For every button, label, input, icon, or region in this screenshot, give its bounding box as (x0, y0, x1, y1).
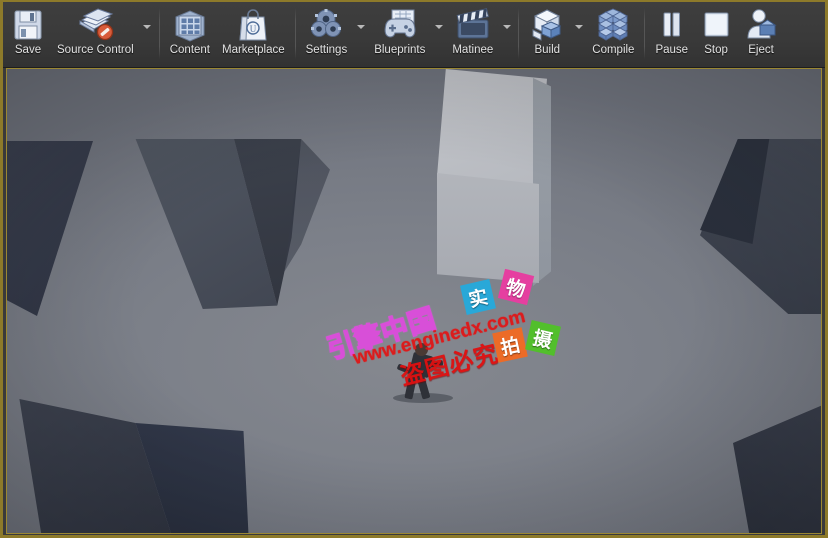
floppy-disk-icon (11, 7, 45, 43)
compile-stack-icon (594, 7, 632, 43)
build-dropdown[interactable] (571, 2, 586, 67)
stop-label: Stop (704, 44, 728, 56)
scene-pillar-top-middle (102, 139, 342, 309)
source-control-button[interactable]: Source Control (51, 2, 140, 67)
build-combo: Build (523, 2, 586, 67)
marketplace-button[interactable]: U Marketplace (216, 2, 291, 67)
pause-label: Pause (655, 44, 689, 56)
compile-button[interactable]: Compile (586, 2, 640, 67)
matinee-dropdown[interactable] (499, 2, 514, 67)
blueprints-dropdown[interactable] (431, 2, 446, 67)
toolbar-group-build-and-compile: Build Compile (523, 2, 640, 67)
toolbar-separator (158, 8, 160, 59)
content-button[interactable]: Content (164, 2, 216, 67)
build-label: Build (534, 44, 561, 56)
chevron-down-icon (574, 24, 583, 29)
player-character (393, 343, 453, 403)
eject-button[interactable]: Eject (738, 2, 784, 67)
chevron-down-icon (434, 24, 443, 29)
blueprints-combo: Blueprints (368, 2, 446, 67)
toolbar-separator (644, 8, 646, 59)
toolbar-separator (518, 8, 520, 59)
source-control-combo: Source Control (51, 2, 155, 67)
scene-pillar-top-right (637, 139, 821, 314)
marketplace-bag-icon: U (236, 7, 270, 43)
save-label: Save (14, 44, 42, 56)
play-in-editor-viewport[interactable]: 引擎中国 www.enginedx.com 盗图必究 实 物 拍 摄 (6, 68, 822, 534)
eject-label: Eject (748, 44, 774, 56)
settings-combo: Settings (300, 2, 369, 67)
marketplace-label: Marketplace (222, 44, 285, 56)
source-control-icon (74, 7, 116, 43)
toolbar-group-file-and-source-control: Save Source Control (5, 2, 155, 67)
source-control-dropdown[interactable] (140, 2, 155, 67)
settings-dropdown[interactable] (353, 2, 368, 67)
scene-pillar-bottom-left (7, 399, 257, 533)
stop-button[interactable]: Stop (694, 2, 738, 67)
editor-window: Save Source Control Content U Marketplac… (0, 0, 828, 538)
matinee-label: Matinee (452, 44, 494, 56)
source-control-label: Source Control (57, 44, 134, 56)
blueprint-gamepad-icon (380, 7, 420, 43)
blueprints-button[interactable]: Blueprints (368, 2, 431, 67)
scene-pillar-bottom-right (697, 399, 821, 533)
chevron-down-icon (143, 24, 152, 29)
build-cubes-icon (529, 7, 565, 43)
compile-label: Compile (592, 44, 635, 56)
chevron-down-icon (356, 24, 365, 29)
eject-person-icon (744, 7, 778, 43)
pause-button[interactable]: Pause (649, 2, 694, 67)
build-button[interactable]: Build (523, 2, 571, 67)
3d-scene: 引擎中国 www.enginedx.com 盗图必究 实 物 拍 摄 (7, 69, 821, 533)
chevron-down-icon (502, 24, 511, 29)
content-label: Content (169, 44, 210, 56)
toolbar-separator (294, 8, 296, 59)
toolbar-group-play-controls: Pause Stop Eject (649, 2, 784, 67)
blueprints-label: Blueprints (374, 44, 426, 56)
gear-icon (308, 7, 344, 43)
content-browser-icon (173, 7, 207, 43)
scene-box-center (437, 69, 551, 286)
svg-text:U: U (250, 24, 257, 34)
main-toolbar: Save Source Control Content U Marketplac… (3, 2, 825, 68)
settings-button[interactable]: Settings (300, 2, 354, 67)
clapperboard-icon (454, 7, 492, 43)
pause-icon (656, 7, 688, 43)
matinee-button[interactable]: Matinee (446, 2, 499, 67)
toolbar-group-project: Settings Blueprints Matinee (300, 2, 515, 67)
stop-square-icon (700, 7, 732, 43)
matinee-combo: Matinee (446, 2, 514, 67)
settings-label: Settings (305, 44, 348, 56)
toolbar-group-browsers: Content U Marketplace (164, 2, 291, 67)
save-button[interactable]: Save (5, 2, 51, 67)
